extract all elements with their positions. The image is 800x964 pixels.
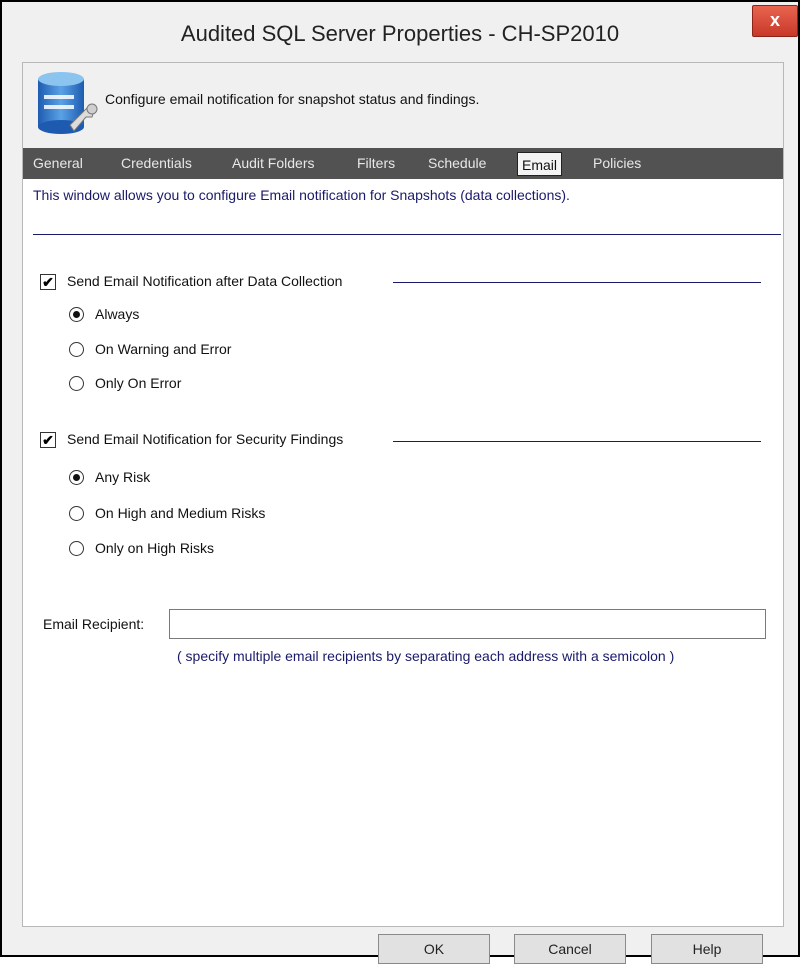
radio-warning-error-label: On Warning and Error (95, 341, 232, 357)
radio-high-risks[interactable] (69, 541, 84, 556)
tab-audit-folders[interactable]: Audit Folders (232, 148, 314, 179)
radio-high-medium-risks-label: On High and Medium Risks (95, 505, 266, 521)
email-recipient-label: Email Recipient: (43, 616, 145, 632)
group-divider (393, 441, 761, 442)
findings-notify-label: Send Email Notification for Security Fin… (67, 431, 344, 447)
radio-only-error-label: Only On Error (95, 375, 182, 391)
findings-notify-checkbox[interactable]: ✔ (40, 432, 56, 448)
database-wrench-icon (38, 72, 98, 134)
radio-high-risks-label: Only on High Risks (95, 540, 215, 556)
tab-schedule[interactable]: Schedule (428, 148, 486, 179)
radio-only-error[interactable] (69, 376, 84, 391)
radio-high-medium-risks[interactable] (69, 506, 84, 521)
dialog-content: Configure email notification for snapsho… (22, 62, 784, 927)
divider (33, 234, 781, 235)
tab-filters[interactable]: Filters (357, 148, 395, 179)
radio-warning-error[interactable] (69, 342, 84, 357)
collection-notify-label: Send Email Notification after Data Colle… (67, 273, 343, 289)
description-text: This window allows you to configure Emai… (33, 187, 570, 203)
ok-button[interactable]: OK (378, 934, 490, 964)
group-divider (393, 282, 761, 283)
window-title: Audited SQL Server Properties - CH-SP201… (180, 21, 620, 46)
help-button[interactable]: Help (651, 934, 763, 964)
close-button[interactable]: x (752, 5, 798, 37)
radio-any-risk-label: Any Risk (95, 469, 151, 485)
tab-bar: General Credentials Audit Folders Filter… (23, 148, 783, 179)
email-recipient-input[interactable] (169, 609, 766, 639)
dialog-window: Audited SQL Server Properties - CH-SP201… (0, 0, 800, 964)
tab-general[interactable]: General (33, 148, 83, 179)
email-hint-text: ( specify multiple email recipients by s… (177, 648, 675, 664)
header-banner: Configure email notification for snapsho… (23, 63, 783, 148)
tab-email[interactable]: Email (517, 152, 563, 176)
radio-always-label: Always (95, 306, 140, 322)
tab-policies[interactable]: Policies (593, 148, 641, 179)
radio-any-risk[interactable] (69, 470, 84, 485)
tab-credentials[interactable]: Credentials (121, 148, 192, 179)
title-bar[interactable]: Audited SQL Server Properties - CH-SP201… (2, 2, 798, 62)
header-text: Configure email notification for snapsho… (105, 91, 480, 107)
collection-notify-checkbox[interactable]: ✔ (40, 274, 56, 290)
radio-always[interactable] (69, 307, 84, 322)
cancel-button[interactable]: Cancel (514, 934, 626, 964)
